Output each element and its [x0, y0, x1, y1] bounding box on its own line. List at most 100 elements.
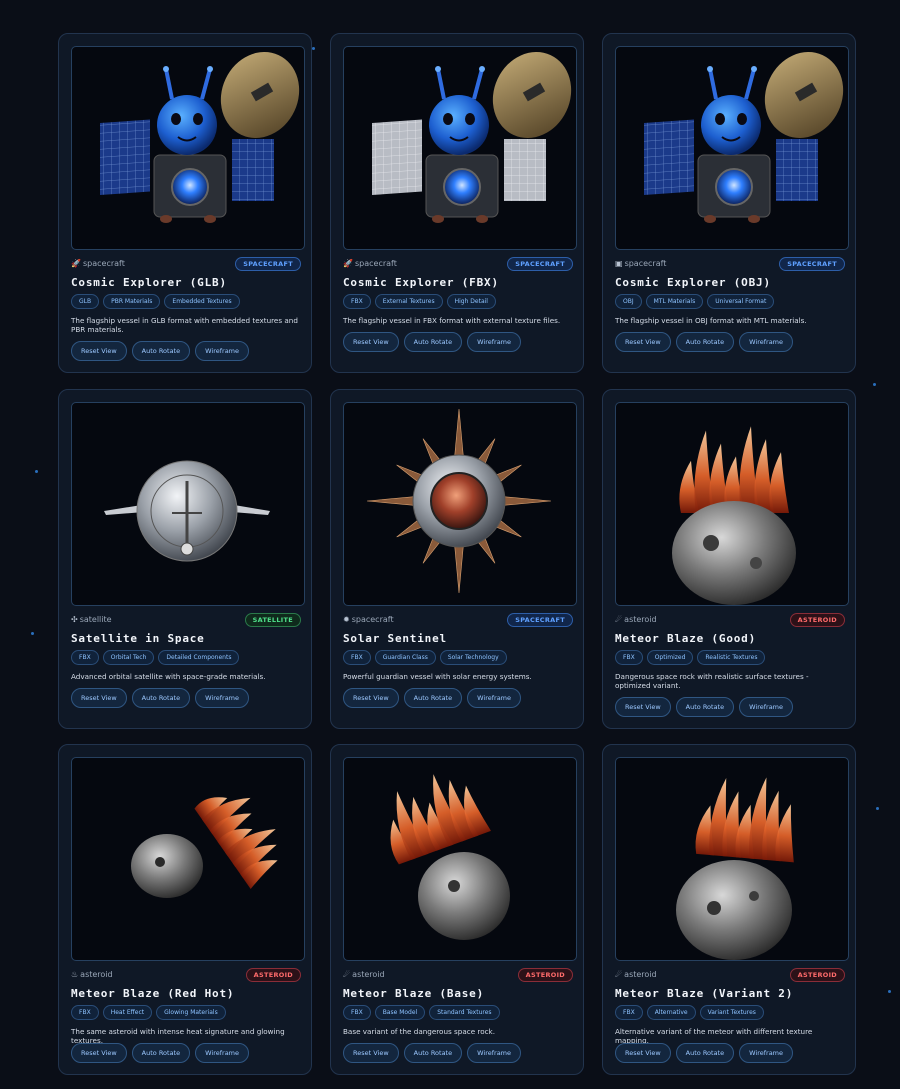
tag-list: GLB PBR Materials Embedded Textures — [71, 294, 240, 309]
viewer-controls: Reset View Auto Rotate Wireframe — [343, 1043, 522, 1063]
wireframe-button[interactable]: Wireframe — [467, 332, 522, 352]
reset-view-button[interactable]: Reset View — [71, 1043, 127, 1063]
tag-list: OBJ MTL Materials Universal Format — [615, 294, 775, 309]
format-tag: FBX — [343, 294, 371, 309]
reset-view-button[interactable]: Reset View — [343, 1043, 399, 1063]
model-viewer[interactable] — [343, 46, 577, 250]
feature-tag: Orbital Tech — [102, 650, 155, 665]
model-type-label: asteroid — [624, 615, 657, 624]
wireframe-button[interactable]: Wireframe — [195, 1043, 250, 1063]
wireframe-button[interactable]: Wireframe — [739, 1043, 794, 1063]
wireframe-button[interactable]: Wireframe — [467, 688, 522, 708]
meteor-model — [131, 797, 278, 898]
viewer-controls: Reset View Auto Rotate Wireframe — [615, 697, 794, 717]
auto-rotate-button[interactable]: Auto Rotate — [675, 697, 735, 717]
tag-list: FBX Guardian Class Solar Technology — [343, 650, 507, 665]
auto-rotate-button[interactable]: Auto Rotate — [403, 332, 463, 352]
viewer-controls: Reset View Auto Rotate Wireframe — [71, 1043, 250, 1063]
viewer-controls: Reset View Auto Rotate Wireframe — [71, 688, 250, 708]
model-viewer[interactable] — [71, 46, 305, 250]
category-badge: ASTEROID — [245, 968, 301, 982]
model-type-label: spacecraft — [82, 259, 125, 268]
reset-view-button[interactable]: Reset View — [71, 688, 127, 708]
model-type-label: spacecraft — [624, 259, 667, 268]
wireframe-button[interactable]: Wireframe — [195, 341, 250, 361]
auto-rotate-button[interactable]: Auto Rotate — [675, 1043, 735, 1063]
model-type: ☄ asteroid — [615, 970, 657, 979]
wireframe-button[interactable]: Wireframe — [195, 688, 250, 708]
model-card: ✣ satellite SATELLITE Satellite in Space … — [58, 389, 312, 729]
reset-view-button[interactable]: Reset View — [615, 332, 671, 352]
feature-tag: Universal Format — [707, 294, 775, 309]
model-description: The flagship vessel in OBJ format with M… — [615, 316, 807, 325]
feature-tag: Guardian Class — [374, 650, 436, 665]
auto-rotate-button[interactable]: Auto Rotate — [675, 332, 735, 352]
viewer-controls: Reset View Auto Rotate Wireframe — [71, 341, 250, 361]
model-type: ☄ asteroid — [343, 970, 385, 979]
model-type: ✣ satellite — [71, 615, 112, 624]
wireframe-button[interactable]: Wireframe — [739, 697, 794, 717]
model-description: Dangerous space rock with realistic surf… — [615, 672, 809, 690]
category-badge: SPACECRAFT — [779, 257, 845, 271]
sentinel-model — [366, 408, 552, 594]
model-type: 🚀 spacecraft — [71, 259, 125, 268]
sentinel-spike — [498, 495, 552, 507]
model-viewer[interactable] — [615, 402, 849, 606]
reset-view-button[interactable]: Reset View — [71, 341, 127, 361]
tag-list: FBX Alternative Variant Textures — [615, 1005, 764, 1020]
model-title: Solar Sentinel — [343, 632, 447, 645]
satellite-icon: ✣ — [71, 615, 78, 624]
tag-list: FBX Optimized Realistic Textures — [615, 650, 766, 665]
model-type: ☄ asteroid — [615, 615, 657, 624]
auto-rotate-button[interactable]: Auto Rotate — [403, 688, 463, 708]
model-title: Cosmic Explorer (FBX) — [343, 276, 499, 289]
comet-icon: ☄ — [615, 615, 623, 624]
wireframe-button[interactable]: Wireframe — [467, 1043, 522, 1063]
format-tag: OBJ — [615, 294, 642, 309]
background-star — [35, 470, 38, 473]
model-description: Base variant of the dangerous space rock… — [343, 1027, 496, 1036]
feature-tag: Embedded Textures — [164, 294, 240, 309]
viewer-controls: Reset View Auto Rotate Wireframe — [343, 332, 522, 352]
auto-rotate-button[interactable]: Auto Rotate — [131, 341, 191, 361]
sun-icon: ✹ — [343, 615, 350, 624]
category-badge: SPACECRAFT — [235, 257, 301, 271]
model-viewer[interactable] — [343, 757, 577, 961]
model-type: ▣ spacecraft — [615, 259, 666, 268]
feature-tag: Alternative — [646, 1005, 696, 1020]
feature-tag: MTL Materials — [645, 294, 704, 309]
wireframe-button[interactable]: Wireframe — [739, 332, 794, 352]
background-star — [873, 383, 876, 386]
reset-view-button[interactable]: Reset View — [615, 1043, 671, 1063]
category-badge: SPACECRAFT — [507, 257, 573, 271]
reset-view-button[interactable]: Reset View — [615, 697, 671, 717]
model-type: 🚀 spacecraft — [343, 259, 397, 268]
model-title: Meteor Blaze (Base) — [343, 987, 485, 1000]
model-title: Meteor Blaze (Good) — [615, 632, 757, 645]
reset-view-button[interactable]: Reset View — [343, 688, 399, 708]
model-type-label: spacecraft — [354, 259, 397, 268]
auto-rotate-button[interactable]: Auto Rotate — [131, 688, 191, 708]
tag-list: FBX Orbital Tech Detailed Components — [71, 650, 240, 665]
model-type: ✹ spacecraft — [343, 615, 394, 624]
model-viewer[interactable] — [615, 46, 849, 250]
viewer-controls: Reset View Auto Rotate Wireframe — [615, 332, 794, 352]
model-viewer[interactable] — [615, 757, 849, 961]
model-viewer[interactable] — [71, 757, 305, 961]
model-viewer[interactable] — [343, 402, 577, 606]
reset-view-button[interactable]: Reset View — [343, 332, 399, 352]
auto-rotate-button[interactable]: Auto Rotate — [403, 1043, 463, 1063]
model-card: ♨ asteroid ASTEROID Meteor Blaze (Red Hot… — [58, 744, 312, 1075]
model-viewer[interactable] — [71, 402, 305, 606]
format-tag: FBX — [343, 1005, 371, 1020]
background-star — [876, 807, 879, 810]
rocket-icon: 🚀 — [71, 259, 81, 268]
model-description: Advanced orbital satellite with space-gr… — [71, 672, 266, 681]
feature-tag: Glowing Materials — [156, 1005, 226, 1020]
explorer-model — [372, 52, 572, 223]
model-title: Cosmic Explorer (GLB) — [71, 276, 227, 289]
background-star — [312, 47, 315, 50]
tag-list: FBX Base Model Standard Textures — [343, 1005, 500, 1020]
auto-rotate-button[interactable]: Auto Rotate — [131, 1043, 191, 1063]
category-badge: SATELLITE — [244, 613, 301, 627]
